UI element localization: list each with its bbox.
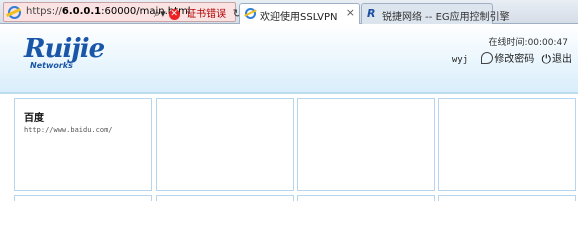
- close-icon[interactable]: ×: [346, 6, 355, 19]
- ruijie-logo[interactable]: Ruijie Networks: [24, 34, 105, 70]
- browser-toolbar: https://6.0.0.1:60000/main.html ⌕▾ ✕ 证书错误…: [0, 0, 578, 24]
- resource-card-partial: [438, 195, 576, 201]
- tab-label: 锐捷网络 -- EG应用控制引擎: [382, 12, 510, 23]
- resource-card[interactable]: 百度 http://www.baidu.com/: [14, 98, 152, 191]
- resource-title: 百度: [24, 113, 44, 124]
- user-bar: wyj 修改密码 ⏻退出: [452, 50, 572, 67]
- logout-label: 退出: [552, 54, 572, 65]
- url-host: 6.0.0.1: [61, 6, 102, 17]
- online-time: 在线时间:00:00:47: [488, 38, 568, 48]
- address-bar[interactable]: https://6.0.0.1:60000/main.html ⌕▾ ✕ 证书错误…: [3, 2, 242, 22]
- url-scheme: https://: [26, 6, 62, 17]
- resource-card[interactable]: [438, 98, 576, 191]
- resource-url[interactable]: http://www.baidu.com/: [24, 126, 113, 134]
- logout-button[interactable]: ⏻退出: [542, 50, 573, 67]
- change-password-button[interactable]: 修改密码: [481, 50, 534, 65]
- change-password-label: 修改密码: [494, 54, 535, 65]
- ie-icon: [8, 6, 21, 19]
- resource-card[interactable]: [297, 98, 435, 191]
- cert-error-label[interactable]: 证书错误: [186, 9, 226, 20]
- resource-card[interactable]: [156, 98, 294, 191]
- ie-icon: [245, 8, 256, 19]
- tab-ruijie-eg[interactable]: R 锐捷网络 -- EG应用控制引擎: [361, 3, 510, 24]
- power-icon: ⏻: [541, 52, 552, 66]
- page-header: Ruijie Networks 在线时间:00:00:47 wyj 修改密码 ⏻…: [0, 24, 578, 94]
- search-icon[interactable]: ⌕▾: [154, 7, 166, 20]
- address-tools: ⌕▾ ✕ 证书错误 ↻: [154, 5, 245, 21]
- username: wyj: [451, 55, 469, 65]
- resource-card-partial: [14, 195, 152, 201]
- resource-card-partial: [297, 195, 435, 201]
- resource-grid: 百度 http://www.baidu.com/: [0, 96, 578, 201]
- logo-word: Ruijie: [24, 34, 105, 64]
- resource-card-partial: [156, 195, 294, 201]
- key-icon: [481, 52, 494, 64]
- tab-label: 欢迎使用SSLVPN: [260, 12, 338, 23]
- cert-error-icon[interactable]: ✕: [168, 8, 180, 20]
- ruijie-favicon-icon: R: [367, 7, 376, 20]
- tab-sslvpn[interactable]: 欢迎使用SSLVPN ×: [239, 3, 360, 24]
